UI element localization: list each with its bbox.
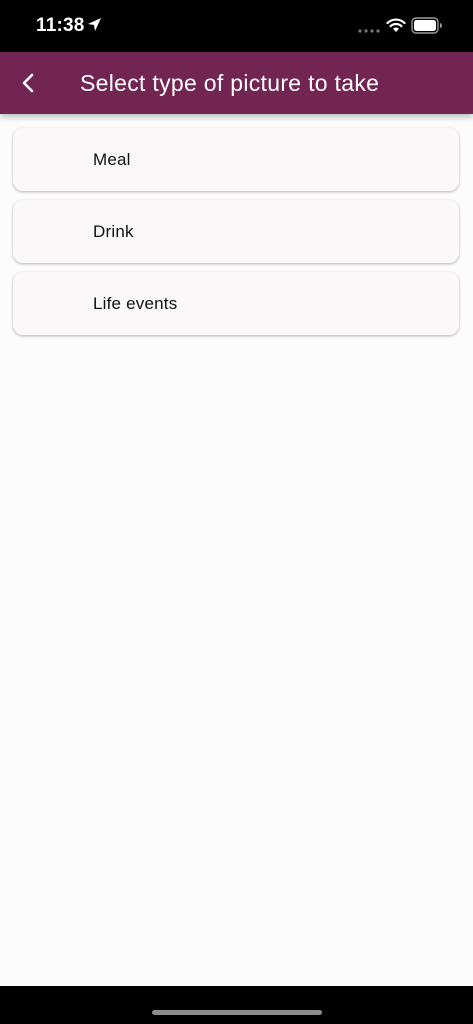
status-bar: 11:38 bbox=[0, 0, 473, 52]
app-bar: Select type of picture to take bbox=[0, 52, 473, 114]
bottom-bar bbox=[0, 986, 473, 1024]
option-label: Drink bbox=[93, 222, 134, 241]
page-title: Select type of picture to take bbox=[80, 70, 380, 96]
back-button[interactable] bbox=[8, 63, 48, 103]
picture-type-list: Meal Drink Life events bbox=[13, 128, 460, 344]
battery-icon bbox=[411, 17, 442, 34]
option-label: Meal bbox=[93, 150, 131, 169]
option-label: Life events bbox=[93, 294, 178, 313]
location-arrow-icon bbox=[87, 17, 102, 32]
wifi-icon bbox=[386, 18, 406, 32]
option-meal[interactable]: Meal bbox=[13, 128, 459, 191]
option-drink[interactable]: Drink bbox=[13, 200, 459, 263]
cellular-signal-icon bbox=[358, 29, 380, 33]
screen: 11:38 Select type of picture to take Mea… bbox=[0, 0, 473, 1024]
status-time: 11:38 bbox=[36, 15, 85, 36]
home-indicator[interactable] bbox=[152, 1010, 322, 1015]
chevron-left-icon bbox=[22, 73, 34, 93]
option-life-events[interactable]: Life events bbox=[13, 272, 459, 335]
